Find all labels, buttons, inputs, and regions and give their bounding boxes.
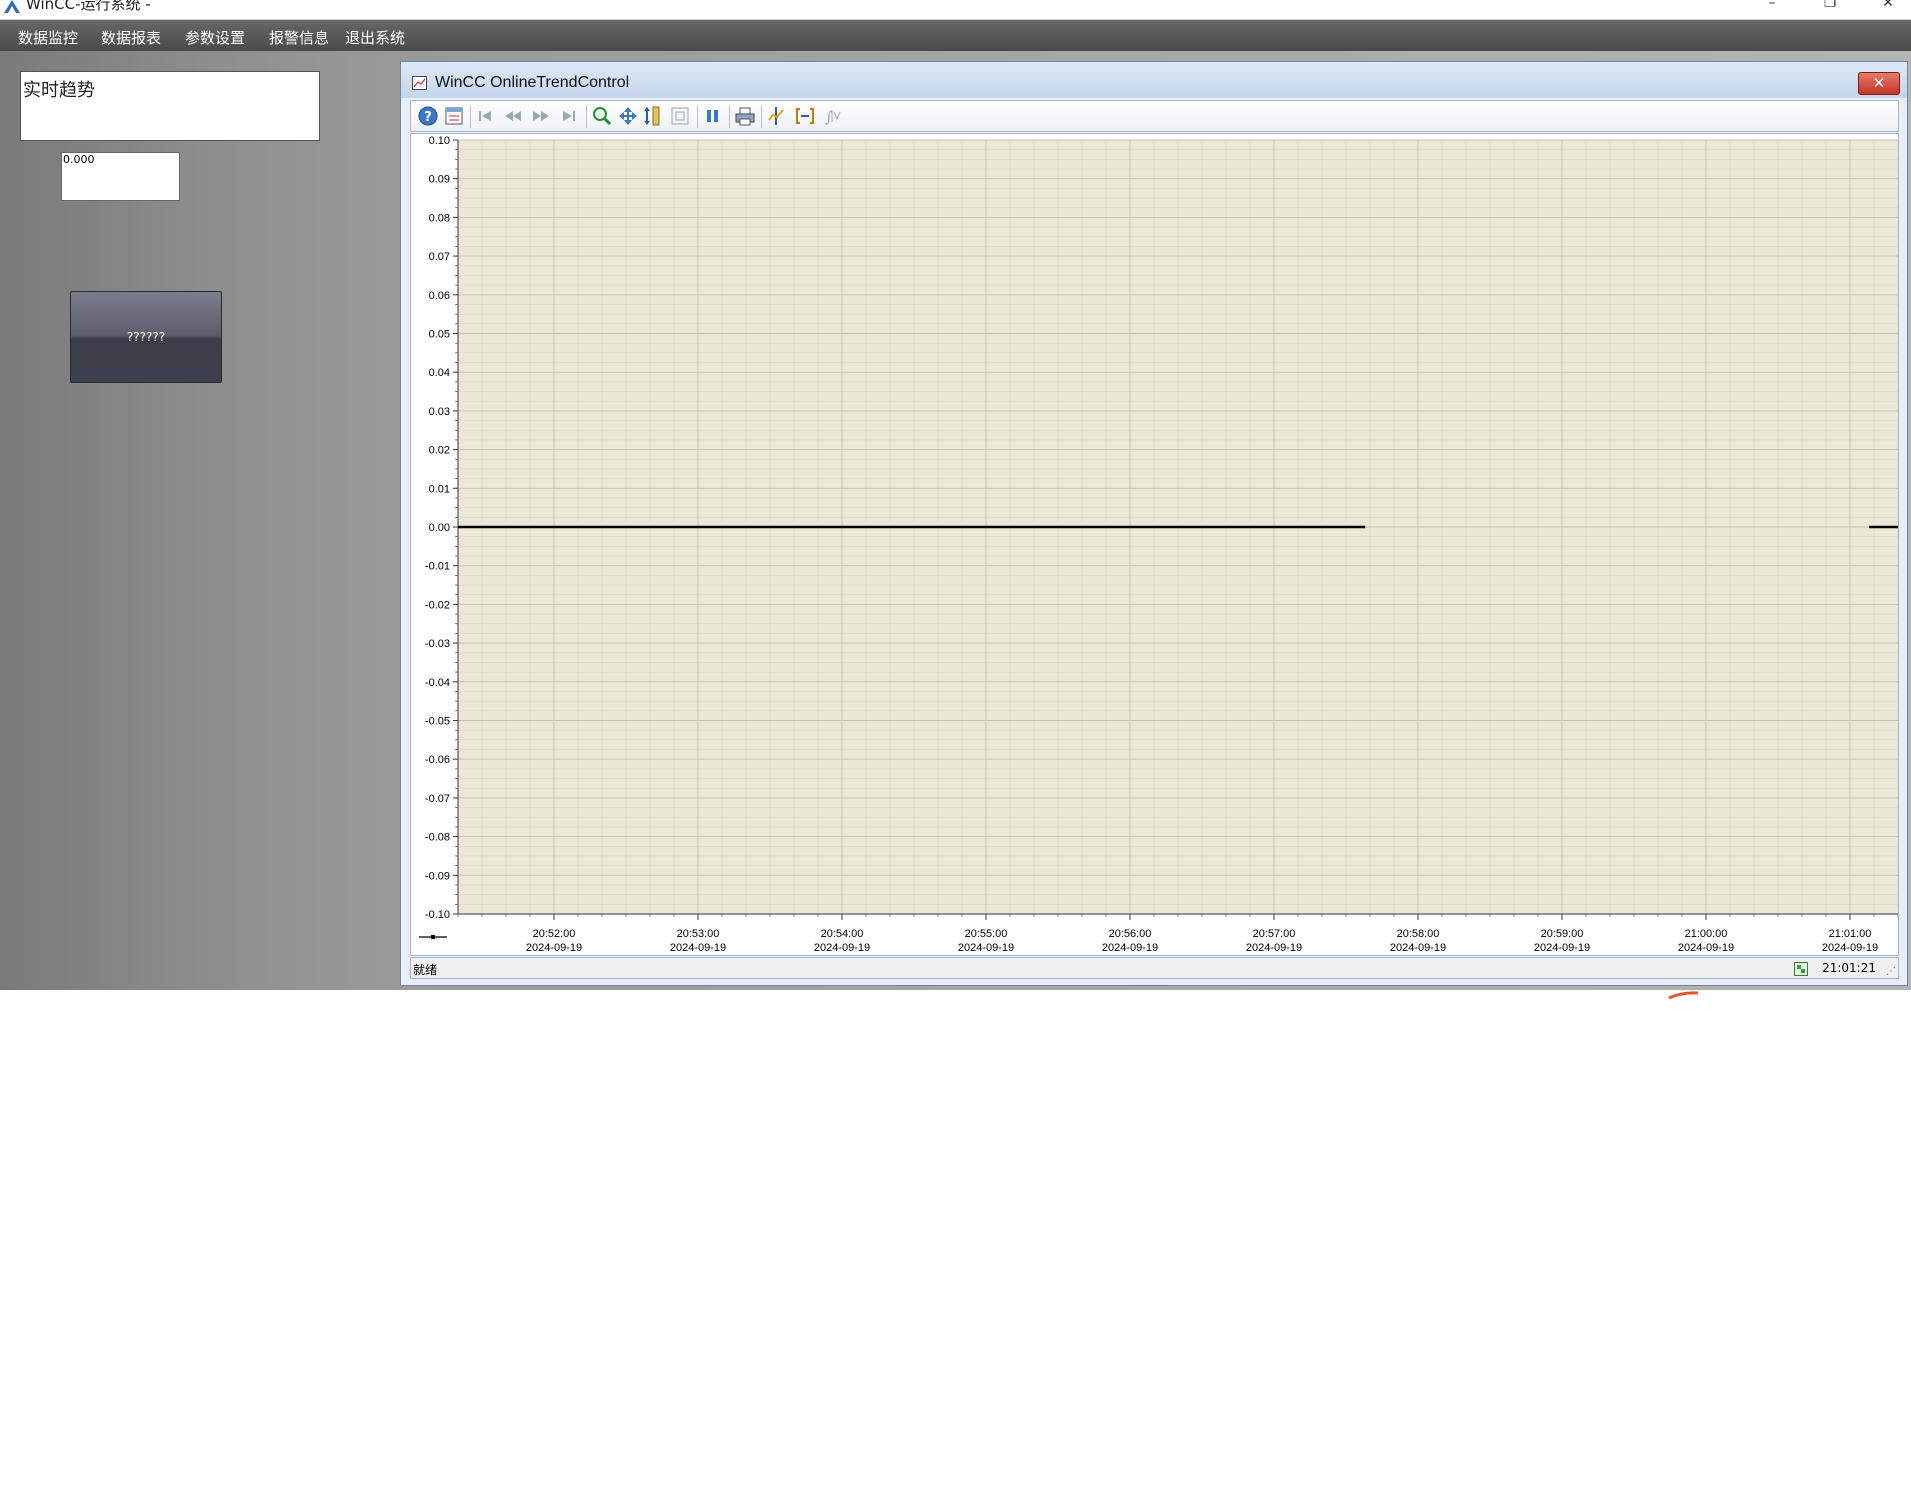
trend-control-titlebar: WinCC OnlineTrendControl ✕ [401,62,1907,98]
trend-window-icon [412,76,428,95]
y-tick-label: 0.02 [429,445,450,457]
x-tick-time-label: 20:59:00 [1541,928,1584,940]
y-tick-label: 0.09 [429,174,450,186]
y-tick-label: -0.05 [425,716,450,728]
x-tick-time-label: 20:54:00 [821,928,864,940]
x-tick-time-label: 20:52:00 [533,928,576,940]
svg-text:?: ? [424,110,432,125]
y-tick-label: 0.00 [429,522,450,534]
screen-title-box: 实时趋势 [20,71,320,141]
menu-bar: 数据监控 数据报表 参数设置 报警信息 退出系统 [0,20,1911,51]
x-tick-time-label: 20:58:00 [1397,928,1440,940]
y-tick-label: -0.01 [425,561,450,573]
x-tick-date-label: 2024-09-19 [1822,942,1878,954]
trend-toolbar: ? ∫ [410,100,1899,132]
legend-marker [431,935,435,939]
y-tick-label: -0.10 [425,909,450,921]
print-icon[interactable] [735,106,755,126]
toolbar-separator [697,106,698,128]
trend-chart[interactable]: 0.10 0.09 0.08 0.07 0.06 0.05 0.04 0.03 0.02 0.01… [411,134,1898,955]
x-tick-time-label: 20:53:00 [677,928,720,940]
x-tick-date-label: 2024-09-19 [670,942,726,954]
menu-data-report[interactable]: 数据报表 [101,27,161,48]
resize-grip-icon[interactable]: ⋰ [1886,966,1896,977]
toolbar-separator [586,106,587,128]
y-tick-label: -0.06 [425,754,450,766]
zoom-value-axis-icon[interactable] [644,106,664,126]
statistics-icon[interactable]: ∫ [823,106,843,126]
toolbar-separator [729,106,730,128]
x-tick-date-label: 2024-09-19 [814,942,870,954]
trend-chart-area[interactable]: 0.10 0.09 0.08 0.07 0.06 0.05 0.04 0.03 0.02 0.01… [410,133,1899,956]
y-tick-label: 0.05 [429,329,450,341]
x-tick-date-label: 2024-09-19 [1102,942,1158,954]
close-icon: ✕ [1872,74,1886,92]
next-record-icon[interactable] [531,106,551,126]
toolbar-separator [761,106,762,128]
y-tick-label: -0.07 [425,793,450,805]
screen-title: 实时趋势 [23,80,95,101]
y-tick-label: -0.09 [425,870,450,882]
first-record-icon[interactable] [475,106,495,126]
previous-record-icon[interactable] [503,106,523,126]
help-icon[interactable]: ? [418,106,438,126]
y-tick-label: 0.04 [429,367,450,379]
action-button[interactable]: ?????? [70,291,222,383]
x-tick-time-label: 21:01:00 [1829,928,1872,940]
trend-close-button[interactable]: ✕ [1858,72,1900,95]
y-tick-label: 0.03 [429,406,450,418]
y-tick-label: 0.08 [429,212,450,224]
menu-parameter-settings[interactable]: 参数设置 [185,27,245,48]
move-curve-icon[interactable] [618,106,638,126]
connection-status-icon [1794,961,1808,980]
x-tick-time-label: 20:57:00 [1253,928,1296,940]
menu-exit-system[interactable]: 退出系统 [345,27,405,48]
status-text: 就绪 [413,963,438,977]
value-io-field[interactable]: 0.000 [61,152,180,201]
cursor-mark-icon [1668,984,1702,1003]
trend-control-window: WinCC OnlineTrendControl ✕ ? ∫ 0.10 0.09… [400,61,1908,986]
y-tick-label: 0.07 [429,251,450,263]
window-titlebar: WinCC-运行系统 - – ❐ ✕ [0,0,1911,20]
wincc-app-icon [2,0,22,14]
minimize-button[interactable]: – [1752,0,1792,14]
y-tick-label: 0.10 [429,135,450,147]
trend-status-bar: 就绪 21:01:21 ⋰ [410,957,1899,979]
y-tick-label: -0.04 [425,677,450,689]
statistics-area-icon[interactable] [795,106,815,126]
trend-control-title: WinCC OnlineTrendControl [435,74,630,91]
x-tick-time-label: 20:55:00 [965,928,1008,940]
window-title: WinCC-运行系统 - [26,0,151,13]
menu-data-monitor[interactable]: 数据监控 [18,27,78,48]
x-tick-date-label: 2024-09-19 [1246,942,1302,954]
config-dialog-icon[interactable] [444,106,464,126]
x-tick-date-label: 2024-09-19 [1534,942,1590,954]
menu-alarm-info[interactable]: 报警信息 [269,27,329,48]
x-tick-date-label: 2024-09-19 [958,942,1014,954]
x-tick-time-label: 20:56:00 [1109,928,1152,940]
x-tick-date-label: 2024-09-19 [1390,942,1446,954]
y-tick-label: -0.02 [425,599,450,611]
restore-button[interactable]: ❐ [1810,0,1850,14]
x-tick-date-label: 2024-09-19 [1678,942,1734,954]
zoom-area-icon[interactable] [592,106,612,126]
y-tick-label: -0.08 [425,832,450,844]
x-tick-time-label: 21:00:00 [1685,928,1728,940]
original-view-icon[interactable] [670,106,690,126]
ruler-icon[interactable] [767,106,787,126]
toolbar-separator [470,106,471,128]
value-display: 0.000 [63,153,95,166]
y-tick-label: -0.03 [425,638,450,650]
y-tick-label: 0.06 [429,290,450,302]
x-tick-date-label: 2024-09-19 [526,942,582,954]
start-stop-icon[interactable] [703,106,723,126]
status-time: 21:01:21 [1822,961,1876,975]
close-window-button[interactable]: ✕ [1868,0,1908,14]
last-record-icon[interactable] [559,106,579,126]
y-tick-label: 0.01 [429,483,450,495]
